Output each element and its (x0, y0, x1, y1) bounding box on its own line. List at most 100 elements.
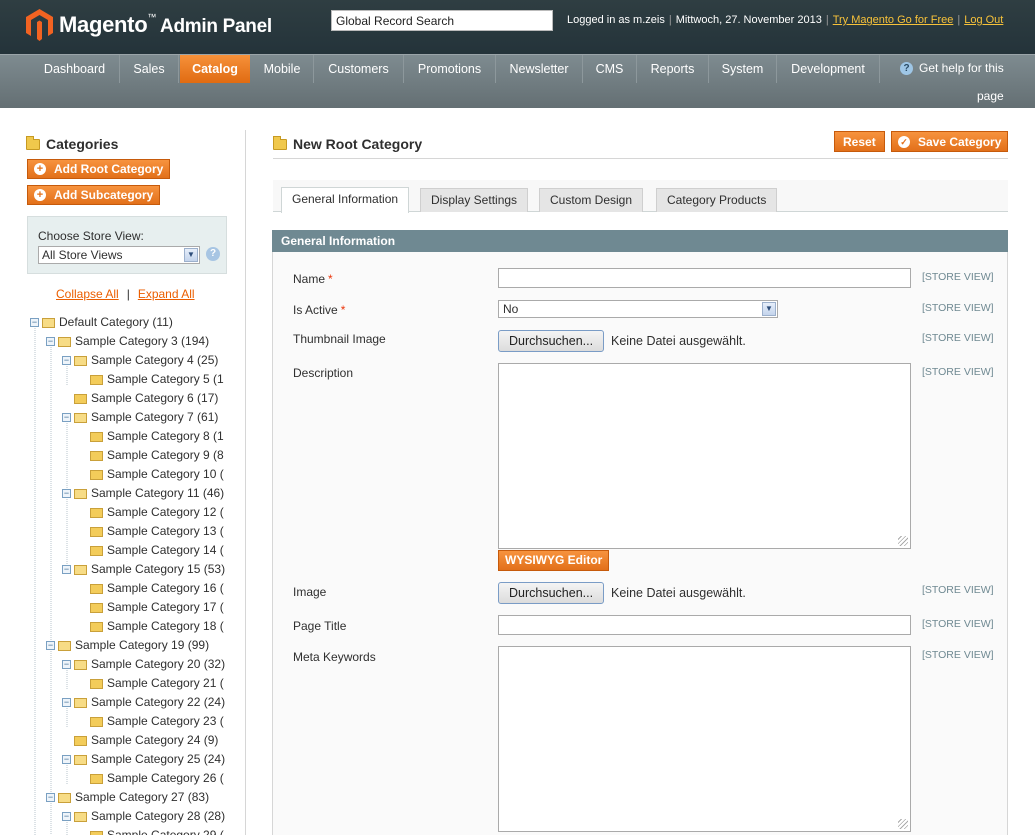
folder-icon (26, 135, 40, 150)
nav-customers[interactable]: Customers (314, 55, 404, 83)
tree-node[interactable]: − Sample Category 11 (46) (62, 484, 224, 503)
chevron-down-icon: ▼ (184, 248, 198, 262)
tree-collapse-icon[interactable]: − (62, 812, 71, 821)
tree-node[interactable]: Sample Category 16 ( (90, 579, 224, 598)
name-input[interactable] (498, 268, 911, 288)
tree-node[interactable]: Sample Category 8 (1 (90, 427, 224, 446)
main-nav: Dashboard Sales Catalog Mobile Customers… (0, 54, 1035, 108)
tree-collapse-icon[interactable]: − (62, 565, 71, 574)
tree-node[interactable]: Sample Category 23 ( (90, 712, 224, 731)
tree-node-label: Sample Category 24 (9) (91, 733, 219, 747)
try-magento-link[interactable]: Try Magento Go for Free (833, 14, 954, 26)
tree-node[interactable]: Sample Category 6 (17) (74, 389, 218, 408)
nav-dashboard[interactable]: Dashboard (30, 55, 120, 83)
tree-node-label: Sample Category 9 (8 (107, 448, 224, 462)
tree-collapse-icon[interactable]: − (30, 318, 39, 327)
meta-keywords-textarea[interactable] (498, 646, 911, 832)
tree-node[interactable]: Sample Category 29 ( (90, 826, 224, 835)
collapse-all-link[interactable]: Collapse All (56, 287, 119, 301)
tree-node[interactable]: Sample Category 18 ( (90, 617, 224, 636)
nav-help-link[interactable]: ? Get help for this (900, 61, 1004, 75)
tree-collapse-icon[interactable]: − (62, 489, 71, 498)
resize-handle-icon[interactable] (898, 819, 908, 829)
is-active-select[interactable]: No ▼ (498, 300, 778, 318)
tree-collapse-icon[interactable]: − (46, 337, 55, 346)
nav-cms[interactable]: CMS (583, 55, 637, 83)
nav-sales[interactable]: Sales (120, 55, 179, 83)
nav-promotions[interactable]: Promotions (404, 55, 496, 83)
tree-node-label: Sample Category 14 ( (107, 543, 224, 557)
tree-collapse-icon[interactable]: − (46, 641, 55, 650)
thumbnail-browse-button[interactable]: Durchsuchen... (498, 330, 605, 352)
folder-icon (273, 135, 287, 150)
tree-collapse-icon[interactable]: − (46, 793, 55, 802)
is-active-label: Is Active * (293, 303, 346, 317)
add-subcategory-button[interactable]: + Add Subcategory (27, 185, 161, 205)
folder-icon (90, 773, 103, 784)
nav-catalog[interactable]: Catalog (180, 55, 250, 83)
tree-node[interactable]: − Sample Category 25 (24) (62, 750, 225, 769)
tree-node[interactable]: − Sample Category 19 (99) (46, 636, 209, 655)
tree-node[interactable]: Sample Category 13 ( (90, 522, 224, 541)
tree-node-label: Sample Category 10 ( (107, 467, 224, 481)
page-title-label: Page Title (293, 619, 347, 633)
tab-display-settings[interactable]: Display Settings (420, 188, 529, 212)
wysiwyg-editor-button[interactable]: WYSIWYG Editor (498, 550, 610, 571)
add-root-category-button[interactable]: + Add Root Category (27, 159, 171, 179)
tree-node[interactable]: − Sample Category 15 (53) (62, 560, 225, 579)
tree-node-label: Sample Category 16 ( (107, 581, 224, 595)
tree-collapse-icon[interactable]: − (62, 755, 71, 764)
tree-collapse-icon[interactable]: − (62, 356, 71, 365)
help-page-text[interactable]: page (977, 89, 1004, 103)
tree-node[interactable]: Sample Category 14 ( (90, 541, 224, 560)
tree-node[interactable]: − Sample Category 7 (61) (62, 408, 218, 427)
nav-mobile[interactable]: Mobile (251, 55, 314, 83)
tree-node[interactable]: Sample Category 24 (9) (74, 731, 218, 750)
tree-node[interactable]: − Sample Category 22 (24) (62, 693, 225, 712)
tab-category-products[interactable]: Category Products (656, 188, 778, 212)
description-textarea[interactable] (498, 363, 911, 549)
tree-node[interactable]: − Sample Category 4 (25) (62, 351, 218, 370)
nav-system[interactable]: System (709, 55, 777, 83)
folder-icon (90, 545, 103, 556)
global-search-input[interactable] (331, 10, 553, 31)
image-browse-button[interactable]: Durchsuchen... (498, 582, 605, 604)
nav-newsletter[interactable]: Newsletter (496, 55, 583, 83)
tree-node[interactable]: − Sample Category 27 (83) (46, 788, 209, 807)
nav-development[interactable]: Development (777, 55, 880, 83)
tree-node[interactable]: Sample Category 10 ( (90, 465, 224, 484)
tree-collapse-icon[interactable]: − (62, 660, 71, 669)
tree-collapse-icon[interactable]: − (62, 698, 71, 707)
folder-icon (74, 659, 87, 670)
tree-node[interactable]: − Sample Category 3 (194) (46, 332, 209, 351)
tree-node[interactable]: Sample Category 17 ( (90, 598, 224, 617)
expand-all-link[interactable]: Expand All (138, 287, 195, 301)
logout-link[interactable]: Log Out (964, 14, 1003, 26)
magento-logo[interactable]: Magento™ Admin Panel (26, 9, 272, 41)
folder-icon (90, 431, 103, 442)
tree-node[interactable]: Sample Category 21 ( (90, 674, 224, 693)
tree-node[interactable]: − Sample Category 20 (32) (62, 655, 225, 674)
help-icon[interactable]: ? (206, 247, 220, 261)
tree-node-label: Sample Category 20 (32) (91, 657, 226, 671)
reset-button[interactable]: Reset (834, 131, 885, 152)
tree-node[interactable]: Sample Category 12 ( (90, 503, 224, 522)
store-view-select[interactable]: All Store Views ▼ (38, 246, 200, 264)
tree-node[interactable]: Sample Category 9 (8 (90, 446, 224, 465)
tree-node[interactable]: − Sample Category 28 (28) (62, 807, 225, 826)
nav-reports[interactable]: Reports (637, 55, 709, 83)
tree-node-label: Sample Category 12 ( (107, 505, 224, 519)
tree-node[interactable]: Sample Category 5 (1 (90, 370, 224, 389)
save-category-button[interactable]: ✓ Save Category (891, 131, 1009, 152)
brand-name: Magento™ Admin Panel (59, 12, 272, 37)
resize-handle-icon[interactable] (898, 536, 908, 546)
tree-node[interactable]: − Default Category (11) (30, 313, 173, 332)
folder-icon (74, 735, 87, 746)
tree-collapse-icon[interactable]: − (62, 413, 71, 422)
tab-general-information[interactable]: General Information (281, 187, 410, 213)
tree-node[interactable]: Sample Category 26 ( (90, 769, 224, 788)
title-divider (273, 158, 1008, 159)
folder-icon (90, 830, 103, 835)
tab-custom-design[interactable]: Custom Design (539, 188, 644, 212)
page-title-input[interactable] (498, 615, 911, 635)
